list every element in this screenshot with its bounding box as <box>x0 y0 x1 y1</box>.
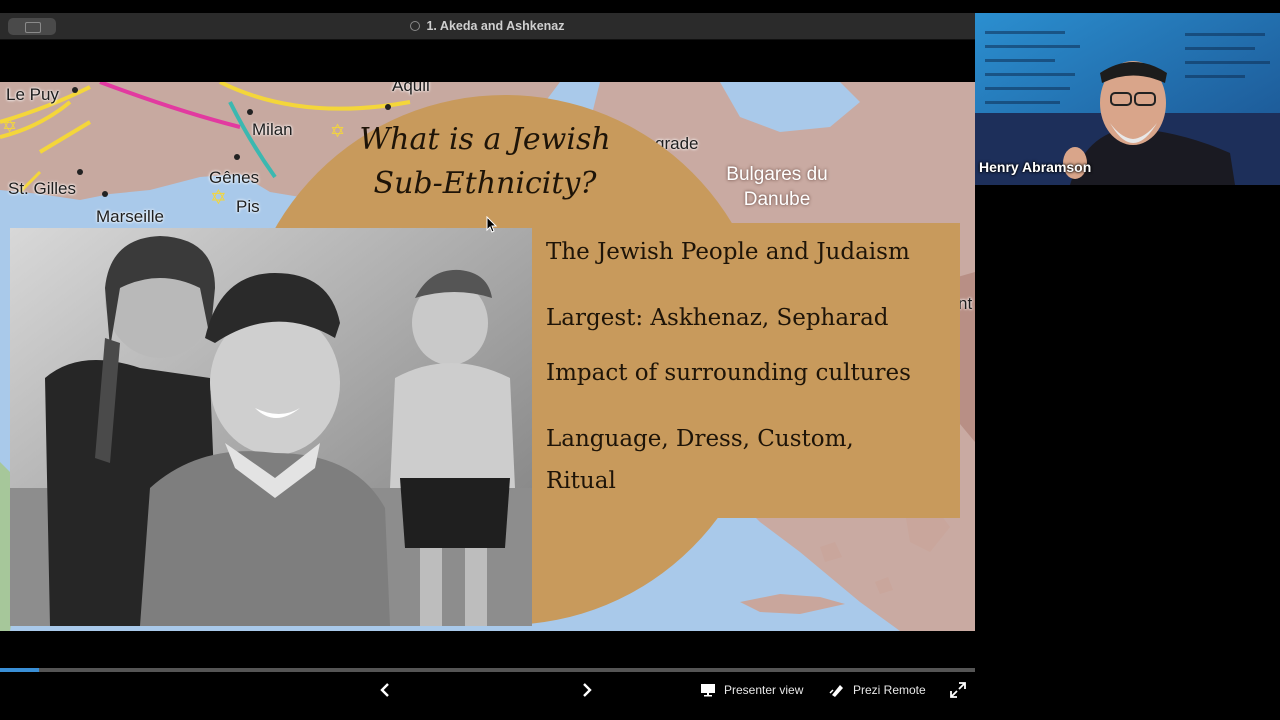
chevron-left-icon <box>380 683 389 697</box>
chevron-right-icon <box>583 683 592 697</box>
map-label-le-puy: Le Puy <box>6 85 59 104</box>
mouse-cursor-icon <box>486 216 498 233</box>
slide-title-line2: Sub-Ethnicity? <box>373 166 597 201</box>
map-label-genes: Gênes <box>209 168 260 187</box>
participant-video-tile[interactable]: Henry Abramson <box>975 13 1280 185</box>
map-label-st-gilles: St. Gilles <box>8 179 77 198</box>
bottom-control-bar: Presenter view Prezi Remote <box>0 672 975 708</box>
fullscreen-button[interactable] <box>950 672 974 708</box>
map-label-bulgares: Bulgares du Danube <box>712 162 842 212</box>
map-label-pise: Pis <box>236 197 260 216</box>
map-label-aquileia: Aquil <box>392 82 430 95</box>
presenter-view-button[interactable]: Presenter view <box>700 672 803 708</box>
historic-photo <box>10 228 532 626</box>
map-label-bulgares-line1: Bulgares du <box>726 164 828 185</box>
previous-step-button[interactable] <box>378 672 400 708</box>
slide-title-line1: What is a Jewish <box>359 122 611 157</box>
map-label-marseille: Marseille <box>96 207 165 226</box>
children-photo-illustration <box>10 228 532 626</box>
prezi-remote-label: Prezi Remote <box>853 683 926 697</box>
map-label-right-edge: nt <box>958 294 973 313</box>
presentation-window: 1. Akeda and Ashkenaz ✡ ✡ ✡ Le Puy Milan… <box>0 13 975 708</box>
bullet-item: Impact of surrounding cultures <box>546 360 911 386</box>
title-bar: 1. Akeda and Ashkenaz <box>0 13 975 40</box>
svg-text:✡: ✡ <box>210 187 227 209</box>
presentation-slide: ✡ ✡ ✡ Le Puy Milan Gênes Pis St. Gilles … <box>0 82 975 631</box>
window-title-wrap: 1. Akeda and Ashkenaz <box>0 13 975 39</box>
presenter-view-icon <box>701 684 715 697</box>
presenter-view-label: Presenter view <box>724 683 804 697</box>
remote-icon <box>829 685 843 697</box>
bullet-panel: The Jewish People and Judaism Largest: A… <box>532 223 960 518</box>
bullet-item: Language, Dress, Custom, <box>546 426 854 452</box>
svg-text:✡: ✡ <box>2 116 17 136</box>
map-label-milan: Milan <box>252 120 293 139</box>
next-step-button[interactable] <box>580 672 602 708</box>
window-title: 1. Akeda and Ashkenaz <box>426 19 565 33</box>
bullet-item: Ritual <box>546 468 616 494</box>
participant-name: Henry Abramson <box>979 159 1092 175</box>
bullet-item: The Jewish People and Judaism <box>546 239 910 265</box>
bullet-item: Largest: Askhenaz, Sepharad <box>546 305 889 331</box>
prezi-logo-icon <box>410 21 421 31</box>
prezi-remote-button[interactable]: Prezi Remote <box>829 672 926 708</box>
expand-icon <box>950 682 966 698</box>
slide-title: What is a Jewish Sub-Ethnicity? <box>330 118 640 206</box>
map-label-bulgares-line2: Danube <box>743 189 811 210</box>
